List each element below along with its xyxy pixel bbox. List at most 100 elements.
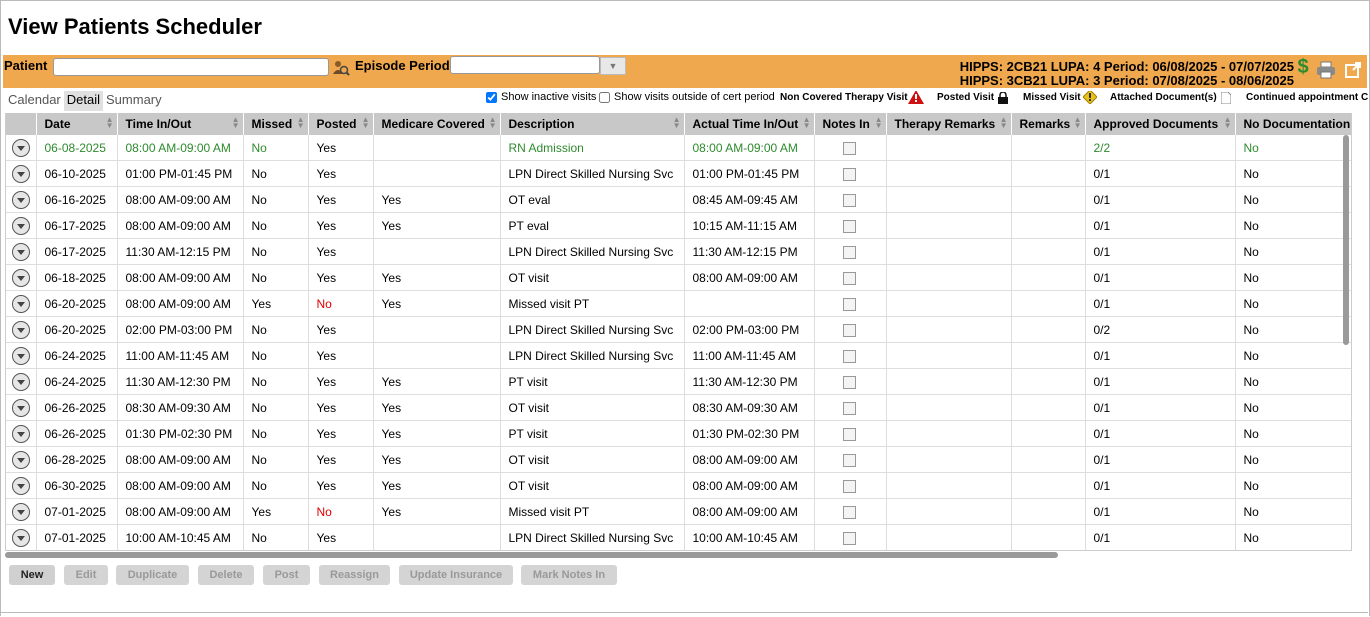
table-row[interactable]: 07-01-2025 10:00 AM-10:45 AM No Yes LPN Dire… <box>6 524 1351 550</box>
col-header-therapy-remarks[interactable]: Therapy Remarks ▲ ▼ <box>886 113 1012 135</box>
notes-in-checkbox[interactable] <box>842 167 856 181</box>
new-button[interactable]: New <box>9 565 55 585</box>
external-link-icon[interactable] <box>1343 60 1363 80</box>
tab-summary[interactable]: Summary <box>103 91 165 111</box>
table-row[interactable]: 06-28-2025 08:00 AM-09:00 AM No Yes Yes OT vi… <box>6 446 1351 473</box>
sort-arrows-icon: ▲ ▼ <box>999 115 1008 130</box>
show-outside-cert-checkbox[interactable] <box>599 92 610 103</box>
col-header-description[interactable]: Description ▲ ▼ <box>500 113 685 135</box>
notes-in-checkbox[interactable] <box>842 271 856 285</box>
col-header-time[interactable]: Time In/Out ▲ ▼ <box>117 113 244 135</box>
notes-in-checkbox[interactable] <box>842 453 856 467</box>
mark-notes-in-button[interactable]: Mark Notes In <box>521 565 617 585</box>
row-expand-icon[interactable] <box>11 424 30 443</box>
table-row[interactable]: 06-24-2025 11:00 AM-11:45 AM No Yes LPN Dire… <box>6 342 1351 369</box>
row-expand-icon[interactable] <box>11 216 30 235</box>
tab-calendar[interactable]: Calendar <box>5 91 64 111</box>
table-row[interactable]: 06-16-2025 08:00 AM-09:00 AM No Yes Yes OT ev… <box>6 186 1351 213</box>
col-header-notes-in[interactable]: Notes In ▲ ▼ <box>814 113 887 135</box>
notes-in-checkbox[interactable] <box>842 297 856 311</box>
post-button[interactable]: Post <box>263 565 310 585</box>
row-expand-icon[interactable] <box>11 450 30 469</box>
combo-arrow-icon[interactable]: ▼ <box>600 57 626 75</box>
col-header-missed[interactable]: Missed ▲ ▼ <box>243 113 309 135</box>
cell-actual-time: 08:00 AM-09:00 AM <box>684 498 815 525</box>
row-expand-icon[interactable] <box>11 502 30 521</box>
row-expand-icon[interactable] <box>11 320 30 339</box>
notes-in-checkbox[interactable] <box>842 375 856 389</box>
row-expand-icon[interactable] <box>11 294 30 313</box>
patient-input[interactable] <box>53 58 329 76</box>
notes-in-checkbox[interactable] <box>842 531 856 545</box>
cell-description: LPN Direct Skilled Nursing Svc <box>500 316 685 343</box>
row-expand-icon[interactable] <box>11 346 30 365</box>
cell-description: OT visit <box>500 472 685 499</box>
update-insurance-button[interactable]: Update Insurance <box>399 565 513 585</box>
col-header-remarks[interactable]: Remarks ▲ ▼ <box>1011 113 1086 135</box>
table-row[interactable]: 06-24-2025 11:30 AM-12:30 PM No Yes Yes PT vi… <box>6 368 1351 395</box>
sort-arrows-icon: ▲ ▼ <box>874 115 883 130</box>
table-row[interactable]: 06-10-2025 01:00 PM-01:45 PM No Yes LPN Dire… <box>6 160 1351 187</box>
edit-button[interactable]: Edit <box>64 565 108 585</box>
table-row[interactable]: 06-26-2025 01:30 PM-02:30 PM No Yes Yes PT vi… <box>6 420 1351 447</box>
person-search-icon[interactable] <box>332 59 350 77</box>
cell-no-documentation: No <box>1235 160 1351 187</box>
episode-period-select[interactable] <box>450 56 600 74</box>
cell-remarks <box>1011 135 1086 161</box>
row-expand-icon[interactable] <box>11 164 30 183</box>
table-row[interactable]: 06-18-2025 08:00 AM-09:00 AM No Yes Yes OT vi… <box>6 264 1351 291</box>
cell-missed: No <box>243 524 309 550</box>
notes-in-checkbox[interactable] <box>842 505 856 519</box>
table-row[interactable]: 07-01-2025 08:00 AM-09:00 AM Yes No Yes Misse… <box>6 498 1351 525</box>
notes-in-checkbox[interactable] <box>842 219 856 233</box>
print-icon[interactable] <box>1316 60 1336 80</box>
notes-in-checkbox[interactable] <box>842 427 856 441</box>
dollar-icon[interactable]: $ <box>1296 56 1310 78</box>
cell-approved-documents: 0/1 <box>1085 160 1236 187</box>
notes-in-checkbox[interactable] <box>842 349 856 363</box>
row-expand-icon[interactable] <box>11 268 30 287</box>
cell-date: 06-20-2025 <box>36 290 118 317</box>
notes-in-checkbox[interactable] <box>842 141 856 155</box>
table-row[interactable]: 06-17-2025 08:00 AM-09:00 AM No Yes Yes PT ev… <box>6 212 1351 239</box>
row-expand-icon[interactable] <box>11 398 30 417</box>
cell-remarks <box>1011 212 1086 239</box>
show-inactive-checkbox[interactable] <box>486 92 497 103</box>
row-expand-icon[interactable] <box>11 190 30 209</box>
vertical-scrollbar[interactable] <box>1343 135 1349 345</box>
notes-in-checkbox[interactable] <box>842 323 856 337</box>
col-header-medicare[interactable]: Medicare Covered ▲ ▼ <box>373 113 501 135</box>
reassign-button[interactable]: Reassign <box>319 565 390 585</box>
table-row[interactable]: 06-20-2025 02:00 PM-03:00 PM No Yes LPN Dire… <box>6 316 1351 343</box>
col-header-approved-documents[interactable]: Approved Documents ▲ ▼ <box>1085 113 1236 135</box>
legend-posted-label: Posted Visit <box>937 92 995 103</box>
notes-in-checkbox[interactable] <box>842 245 856 259</box>
col-header-no-documentation[interactable]: No Documentation <box>1235 113 1351 135</box>
notes-in-checkbox[interactable] <box>842 193 856 207</box>
row-expand-icon[interactable] <box>11 528 30 547</box>
col-header-date[interactable]: Date ▲ ▼ <box>36 113 118 135</box>
table-row[interactable]: 06-26-2025 08:30 AM-09:30 AM No Yes Yes OT vi… <box>6 394 1351 421</box>
cell-missed: Yes <box>243 498 309 525</box>
table-row[interactable]: 06-30-2025 08:00 AM-09:00 AM No Yes Yes OT vi… <box>6 472 1351 499</box>
cell-approved-documents: 0/2 <box>1085 316 1236 343</box>
cell-expand <box>6 498 37 525</box>
row-expand-icon[interactable] <box>11 372 30 391</box>
table-row[interactable]: 06-08-2025 08:00 AM-09:00 AM No Yes RN Admis… <box>6 135 1351 161</box>
row-expand-icon[interactable] <box>11 242 30 261</box>
horizontal-scrollbar[interactable] <box>5 552 1058 558</box>
table-row[interactable]: 06-17-2025 11:30 AM-12:15 PM No Yes LPN Dire… <box>6 238 1351 265</box>
col-header-posted[interactable]: Posted ▲ ▼ <box>308 113 374 135</box>
delete-button[interactable]: Delete <box>198 565 254 585</box>
tab-detail[interactable]: Detail <box>63 91 104 111</box>
row-expand-icon[interactable] <box>11 476 30 495</box>
col-header-actual-time[interactable]: Actual Time In/Out ▲ ▼ <box>684 113 815 135</box>
cell-no-documentation: No <box>1235 316 1351 343</box>
notes-in-checkbox[interactable] <box>842 401 856 415</box>
cell-missed: No <box>243 472 309 499</box>
duplicate-button[interactable]: Duplicate <box>116 565 189 585</box>
table-row[interactable]: 06-20-2025 08:00 AM-09:00 AM Yes No Yes Misse… <box>6 290 1351 317</box>
notes-in-checkbox[interactable] <box>842 479 856 493</box>
row-expand-icon[interactable] <box>11 138 30 157</box>
cell-posted: Yes <box>308 160 374 187</box>
